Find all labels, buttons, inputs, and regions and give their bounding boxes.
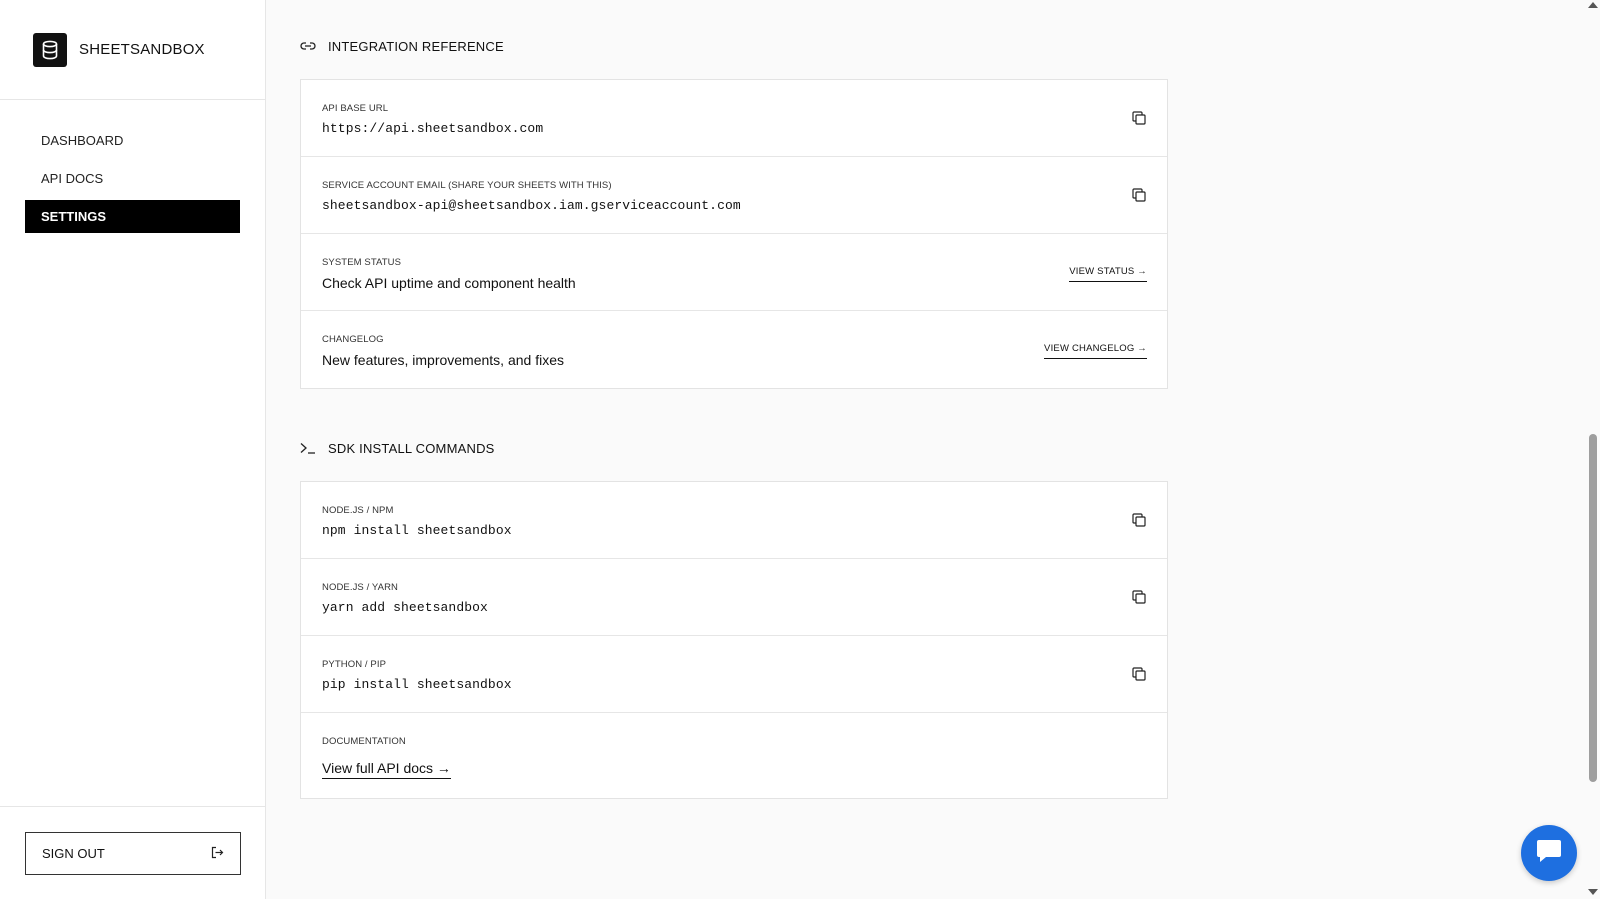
sdk-section-title: SDK INSTALL COMMANDS: [300, 438, 1168, 458]
row-label: SYSTEM STATUS: [322, 257, 402, 268]
sidebar-item-dashboard[interactable]: DASHBOARD: [25, 124, 240, 157]
view-changelog-link[interactable]: VIEW CHANGELOG →: [1044, 343, 1147, 359]
changelog-description: New features, improvements, and fixes: [322, 352, 564, 368]
sdk-title: SDK INSTALL COMMANDS: [328, 440, 495, 456]
sidebar-footer: SIGN OUT: [0, 806, 265, 899]
service-account-value: sheetsandbox-api@sheetsandbox.iam.gservi…: [322, 198, 741, 213]
copy-icon[interactable]: [1131, 110, 1147, 126]
row-label: PYTHON / PIP: [322, 659, 387, 670]
brand-name: SHEETSANDBOX: [79, 41, 205, 58]
sign-out-icon: [211, 846, 224, 862]
service-account-row: SERVICE ACCOUNT EMAIL (SHARE YOUR SHEETS…: [301, 157, 1167, 234]
pip-row: PYTHON / PIP pip install sheetsandbox: [301, 636, 1167, 713]
integration-section-title: INTEGRATION REFERENCE: [300, 36, 1168, 56]
yarn-row: NODE.JS / YARN yarn add sheetsandbox: [301, 559, 1167, 636]
scroll-down-arrow-icon[interactable]: [1588, 889, 1598, 895]
api-base-url-value: https://api.sheetsandbox.com: [322, 121, 544, 136]
yarn-command: yarn add sheetsandbox: [322, 600, 488, 615]
row-label: CHANGELOG: [322, 334, 384, 345]
copy-icon[interactable]: [1131, 589, 1147, 605]
sidebar-item-api-docs[interactable]: API DOCS: [25, 162, 240, 195]
brand[interactable]: SHEETSANDBOX: [0, 0, 265, 100]
npm-command: npm install sheetsandbox: [322, 523, 512, 538]
view-api-docs-link[interactable]: View full API docs →: [322, 760, 451, 779]
sign-out-label: SIGN OUT: [42, 846, 105, 861]
sdk-card: NODE.JS / NPM npm install sheetsandbox N…: [300, 481, 1168, 799]
database-icon: [33, 32, 67, 67]
pip-command: pip install sheetsandbox: [322, 677, 512, 692]
scrollbar-thumb[interactable]: [1589, 434, 1597, 782]
chat-icon: [1534, 837, 1564, 870]
sidebar-item-settings[interactable]: SETTINGS: [25, 200, 240, 233]
scrollbar[interactable]: [1586, 0, 1600, 899]
api-base-url-row: API BASE URL https://api.sheetsandbox.co…: [301, 80, 1167, 157]
sidebar: SHEETSANDBOX DASHBOARD API DOCS SETTINGS…: [0, 0, 266, 899]
npm-row: NODE.JS / NPM npm install sheetsandbox: [301, 482, 1167, 559]
integration-title: INTEGRATION REFERENCE: [328, 38, 504, 54]
scroll-up-arrow-icon[interactable]: [1588, 2, 1598, 8]
sign-out-button[interactable]: SIGN OUT: [25, 832, 241, 875]
row-label: NODE.JS / YARN: [322, 582, 399, 593]
row-label: SERVICE ACCOUNT EMAIL (SHARE YOUR SHEETS…: [322, 180, 612, 191]
copy-icon[interactable]: [1131, 666, 1147, 682]
chat-button[interactable]: [1521, 825, 1577, 881]
view-status-link[interactable]: VIEW STATUS →: [1069, 266, 1147, 282]
main-content: INTEGRATION REFERENCE API BASE URL https…: [300, 0, 1168, 799]
terminal-icon: [300, 442, 318, 454]
row-label: API BASE URL: [322, 103, 389, 114]
row-label: NODE.JS / NPM: [322, 505, 394, 516]
row-label: DOCUMENTATION: [322, 736, 406, 747]
copy-icon[interactable]: [1131, 187, 1147, 203]
system-status-description: Check API uptime and component health: [322, 275, 576, 291]
changelog-row: CHANGELOG New features, improvements, an…: [301, 311, 1167, 388]
link-icon: [300, 41, 318, 51]
integration-card: API BASE URL https://api.sheetsandbox.co…: [300, 79, 1168, 389]
system-status-row: SYSTEM STATUS Check API uptime and compo…: [301, 234, 1167, 311]
copy-icon[interactable]: [1131, 512, 1147, 528]
sidebar-nav: DASHBOARD API DOCS SETTINGS: [0, 100, 265, 233]
documentation-row: DOCUMENTATION View full API docs →: [301, 713, 1167, 798]
